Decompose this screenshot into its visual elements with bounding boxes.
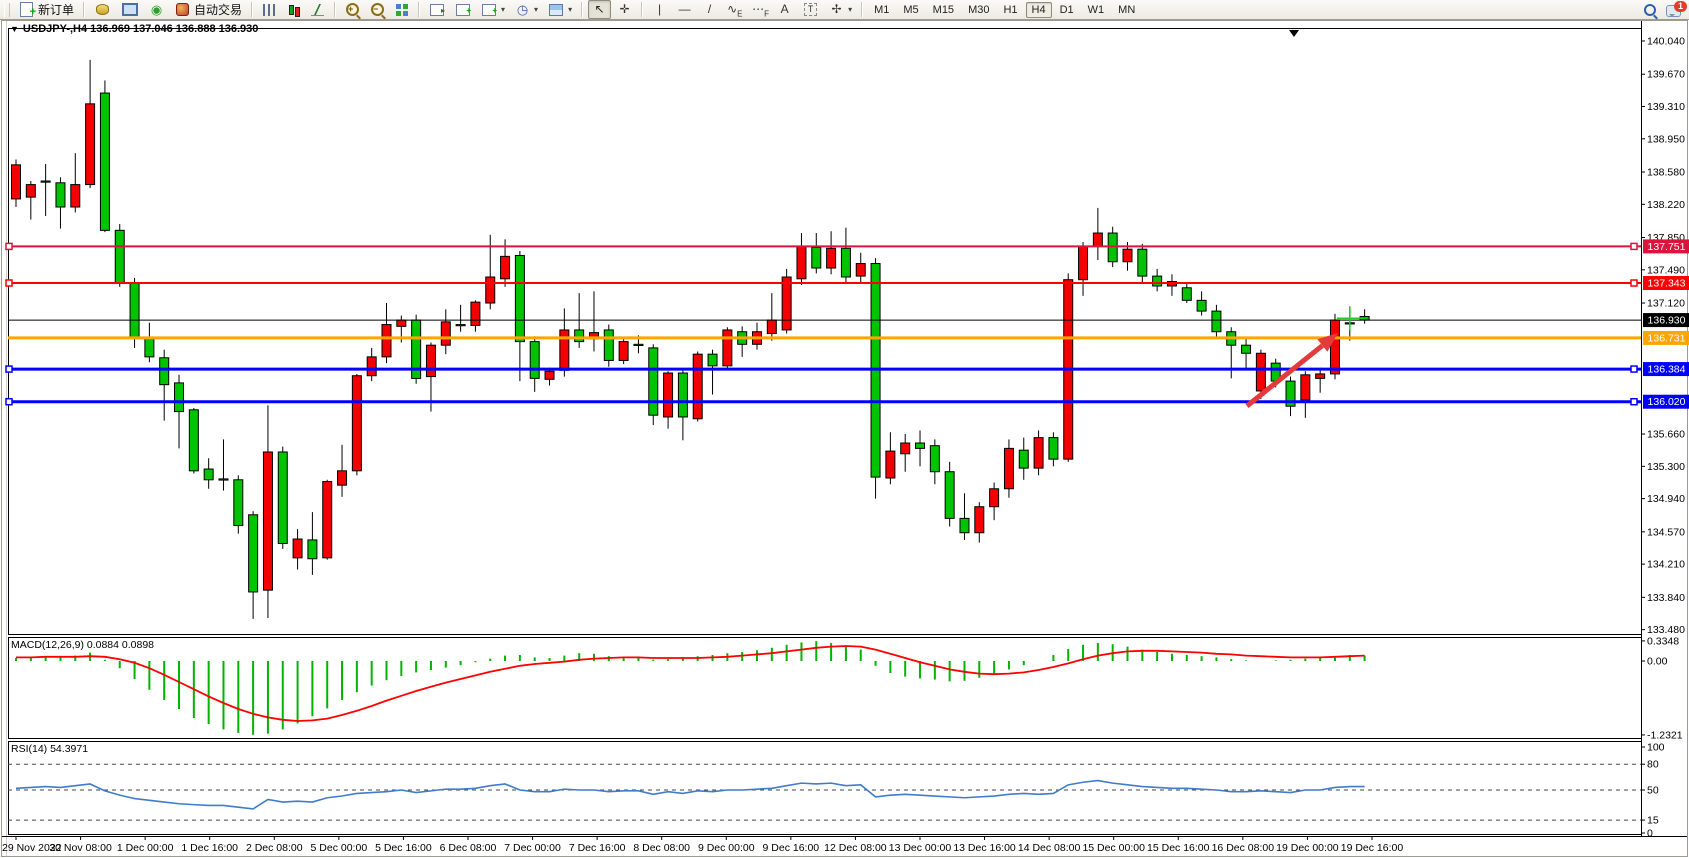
profile-add-button[interactable] xyxy=(451,0,475,19)
indicators-icon xyxy=(482,4,496,16)
elliott-wave-icon: ∿E xyxy=(727,2,742,17)
line-chart-button[interactable] xyxy=(306,0,329,19)
text-icon: A xyxy=(777,2,792,17)
cursor-tool-button[interactable]: ↖ xyxy=(588,0,611,19)
signals-button[interactable]: ◉ xyxy=(145,0,168,19)
terminal-window: { "toolbar": { "new_order_label": "新订单",… xyxy=(0,0,1689,858)
fibonacci-icon: ⋯F xyxy=(752,2,767,17)
horizontal-line-icon: — xyxy=(677,2,692,17)
separator xyxy=(861,2,863,17)
crosshair-icon: ✛ xyxy=(617,2,632,17)
periods-button[interactable]: ◷▾ xyxy=(511,0,542,19)
arrows-icon: ✢ xyxy=(829,2,844,17)
separator xyxy=(641,2,643,17)
horizontal-line-tool-button[interactable]: — xyxy=(673,0,696,19)
template-icon xyxy=(549,4,563,16)
profile-add-icon xyxy=(456,4,470,16)
separator xyxy=(581,2,583,17)
tab-timeframe-d1[interactable]: D1 xyxy=(1054,2,1080,18)
signal-icon: ◉ xyxy=(149,2,164,17)
bar-chart-button[interactable] xyxy=(258,0,280,19)
separator xyxy=(83,2,85,17)
terminal-button[interactable] xyxy=(117,0,143,19)
zoom-out-icon: − xyxy=(371,3,384,16)
arrows-tool-button[interactable]: ✢▾ xyxy=(825,0,856,19)
zoom-out-button[interactable]: − xyxy=(366,0,389,19)
tab-timeframe-m1[interactable]: M1 xyxy=(868,2,895,18)
market-depth-icon xyxy=(96,4,109,15)
vertical-line-icon: | xyxy=(652,2,667,17)
crosshair-tool-button[interactable]: ✛ xyxy=(613,0,636,19)
market-depth-button[interactable] xyxy=(90,0,115,19)
search-icon[interactable] xyxy=(1644,4,1656,16)
time-axis[interactable] xyxy=(0,836,1689,856)
terminal-icon xyxy=(122,3,138,16)
chevron-down-icon: ▾ xyxy=(848,5,852,14)
profile-next-button[interactable] xyxy=(425,0,449,19)
separator xyxy=(418,2,420,17)
candlestick-button[interactable] xyxy=(282,0,304,19)
autotrade-icon xyxy=(176,3,189,16)
tab-timeframe-w1[interactable]: W1 xyxy=(1082,2,1111,18)
fibonacci-tool-button[interactable]: ⋯F xyxy=(748,0,771,19)
new-order-button[interactable]: 新订单 xyxy=(14,0,78,19)
autotrade-label: 自动交易 xyxy=(194,1,242,18)
tile-windows-icon xyxy=(396,4,408,16)
text-label-icon: T xyxy=(804,3,817,16)
notification-badge: 1 xyxy=(1674,1,1687,12)
macd-panel[interactable] xyxy=(8,637,1641,738)
tab-timeframe-m5[interactable]: M5 xyxy=(897,2,924,18)
template-button[interactable]: ▾ xyxy=(544,0,576,19)
tab-timeframe-h1[interactable]: H1 xyxy=(997,2,1023,18)
chevron-down-icon: ▾ xyxy=(534,5,538,14)
chart-title-bar[interactable]: ▼ USDJPY-,H4 136.969 137.046 136.888 136.… xyxy=(10,23,258,35)
zoom-in-icon: + xyxy=(346,3,359,16)
text-label-tool-button[interactable]: T xyxy=(798,0,823,19)
line-chart-icon xyxy=(311,4,324,16)
price-axis[interactable] xyxy=(1641,21,1689,836)
tab-timeframe-m15[interactable]: M15 xyxy=(927,2,960,18)
text-tool-button[interactable]: A xyxy=(773,0,796,19)
cursor-icon: ↖ xyxy=(592,2,607,17)
main-toolbar: 新订单 ◉ 自动交易 + − ▾ ◷▾ ▾ ↖ ✛ | — / ∿E ⋯F A … xyxy=(0,0,1689,20)
indicators-button[interactable]: ▾ xyxy=(477,0,509,19)
toolbar-grip[interactable] xyxy=(4,3,10,17)
new-order-label: 新订单 xyxy=(38,1,74,18)
chat-icon[interactable]: 1 xyxy=(1666,5,1681,17)
chevron-down-icon: ▾ xyxy=(501,5,505,14)
rsi-panel[interactable] xyxy=(8,741,1641,834)
tab-timeframe-mn[interactable]: MN xyxy=(1112,2,1141,18)
chevron-down-icon: ▾ xyxy=(568,5,572,14)
zoom-in-button[interactable]: + xyxy=(341,0,364,19)
trend-arrow-annotation[interactable] xyxy=(1245,330,1341,410)
elliott-wave-tool-button[interactable]: ∿E xyxy=(723,0,746,19)
bar-chart-icon xyxy=(263,4,275,16)
autotrade-button[interactable]: 自动交易 xyxy=(170,0,246,19)
tile-windows-button[interactable] xyxy=(391,0,413,19)
main-plot-area[interactable] xyxy=(8,28,1641,634)
tab-timeframe-m30[interactable]: M30 xyxy=(962,2,995,18)
periods-icon: ◷ xyxy=(515,2,530,17)
separator xyxy=(334,2,336,17)
new-order-icon xyxy=(20,2,33,17)
symbol-dropdown-icon[interactable]: ▼ xyxy=(10,24,19,34)
chart-title: USDJPY-,H4 136.969 137.046 136.888 136.9… xyxy=(23,23,258,35)
vertical-line-tool-button[interactable]: | xyxy=(648,0,671,19)
separator xyxy=(251,2,253,17)
trendline-tool-button[interactable]: / xyxy=(698,0,721,19)
tab-timeframe-h4[interactable]: H4 xyxy=(1026,2,1052,18)
candlestick-icon xyxy=(287,4,299,16)
trendline-icon: / xyxy=(702,2,717,17)
profile-next-icon xyxy=(430,4,444,16)
